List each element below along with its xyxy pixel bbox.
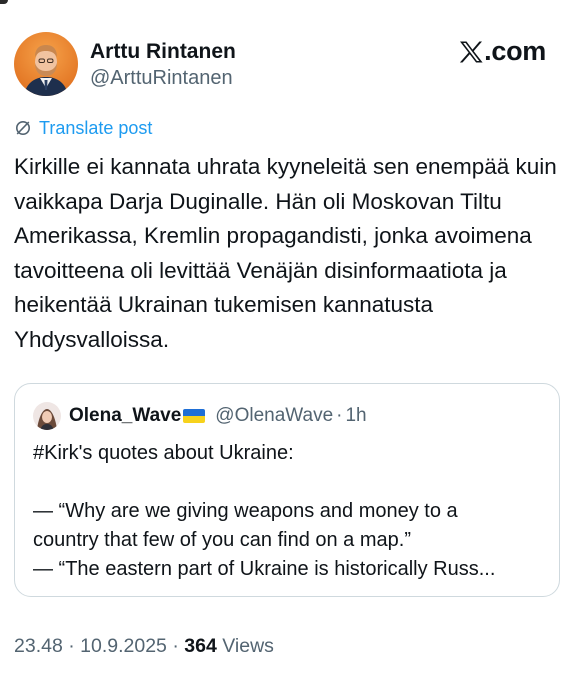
quoted-line: — “Why are we giving weapons and money t… (33, 500, 458, 522)
post-date[interactable]: 10.9.2025 (80, 635, 167, 657)
author-avatar[interactable] (14, 32, 78, 96)
quoted-line: #Kirk's quotes about Ukraine: (33, 442, 294, 464)
footer-separator: · (68, 635, 75, 657)
quoted-line: country that few of you can find on a ma… (33, 529, 411, 551)
translate-label[interactable]: Translate post (39, 117, 152, 139)
x-com-watermark: .com (459, 36, 546, 67)
footer-separator: · (172, 635, 179, 657)
post-header: Arttu Rintanen @ArttuRintanen .com (14, 32, 560, 100)
x-logo-icon (460, 41, 483, 62)
author-handle[interactable]: @ArttuRintanen (90, 65, 236, 91)
brand-suffix: .com (484, 36, 546, 66)
post-body: Kirkille ei kannata uhrata kyyneleitä se… (14, 154, 557, 352)
post-footer: 23.48 · 10.9.2025 · 364 Views (14, 633, 274, 659)
quoted-post[interactable]: Olena_Wave @OlenaWave · 1h #Kirk's quote… (14, 383, 560, 597)
quoted-author-avatar[interactable] (33, 402, 61, 430)
quoted-post-header: Olena_Wave @OlenaWave · 1h (33, 402, 367, 430)
translate-post-link[interactable]: Translate post (14, 117, 152, 139)
meta-separator: · (336, 405, 343, 426)
post-time[interactable]: 23.48 (14, 635, 63, 657)
quoted-post-body: #Kirk's quotes about Ukraine: — “Why are… (33, 439, 545, 584)
translate-icon (16, 121, 30, 135)
quoted-author-name[interactable]: Olena_Wave (69, 404, 181, 428)
ukraine-flag-icon (183, 409, 206, 423)
views-count[interactable]: 364 (184, 635, 217, 657)
top-edge-fragment (0, 0, 8, 4)
quoted-line: — “The eastern part of Ukraine is histor… (33, 558, 496, 580)
author-info[interactable]: Arttu Rintanen @ArttuRintanen (90, 39, 236, 91)
author-name[interactable]: Arttu Rintanen (90, 39, 236, 65)
quoted-post-time[interactable]: 1h (345, 404, 366, 428)
views-label: Views (222, 635, 274, 657)
quoted-author-handle[interactable]: @OlenaWave (215, 404, 333, 428)
